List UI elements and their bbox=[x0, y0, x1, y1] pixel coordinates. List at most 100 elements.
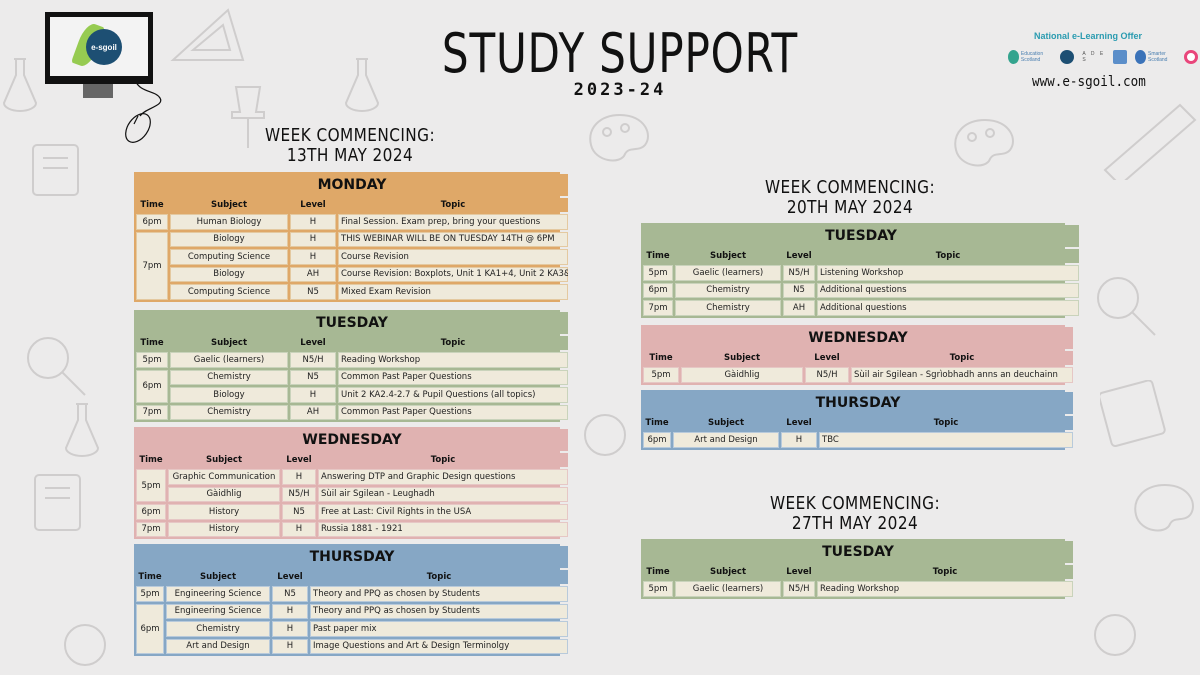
cell-subject: Chemistry bbox=[675, 300, 781, 316]
column-header-topic: Topic bbox=[338, 198, 568, 212]
cell-time: 6pm bbox=[643, 282, 673, 298]
cell-subject: Human Biology bbox=[170, 214, 288, 230]
cell-level: N5/H bbox=[783, 265, 815, 281]
cell-time: 5pm bbox=[136, 352, 168, 368]
column-header-subject: Subject bbox=[166, 570, 270, 584]
cell-level: H bbox=[272, 638, 308, 654]
week-heading-27-may: WEEK COMMENCING: 27TH MAY 2024 bbox=[762, 494, 949, 534]
cell-level: N5 bbox=[290, 284, 336, 300]
cell-level: N5/H bbox=[805, 367, 849, 383]
column-header-topic: Topic bbox=[817, 565, 1074, 579]
cell-topic: Theory and PPQ as chosen by Students bbox=[310, 586, 569, 602]
cell-topic: Past paper mix bbox=[310, 621, 569, 637]
palette-icon bbox=[589, 113, 649, 162]
cell-topic: TBC bbox=[819, 432, 1074, 448]
cell-time: 5pm bbox=[136, 586, 164, 602]
education-scotland-logo: Education Scotland bbox=[1008, 48, 1054, 66]
column-header-time: Time bbox=[643, 565, 673, 579]
cell-topic: Free at Last: Civil Rights in the USA bbox=[318, 504, 568, 520]
column-header-level: Level bbox=[805, 351, 849, 365]
scholar-logo bbox=[1184, 48, 1200, 66]
column-header-level: Level bbox=[272, 570, 308, 584]
week-heading-line2: 27TH MAY 2024 bbox=[791, 513, 919, 534]
cell-time: 6pm bbox=[136, 603, 164, 654]
cell-level: N5/H bbox=[783, 581, 815, 597]
cell-subject: History bbox=[168, 504, 280, 520]
cell-level: H bbox=[290, 249, 336, 265]
cell-topic: Image Questions and Art & Design Termino… bbox=[310, 638, 569, 654]
cell-time: 7pm bbox=[136, 521, 166, 537]
palette-icon bbox=[954, 118, 1014, 167]
week1-thursday-table: THURSDAY Time Subject Level Topic 5pm Engineer… bbox=[134, 544, 569, 656]
cell-subject: Chemistry bbox=[166, 621, 270, 637]
cell-topic: Course Revision bbox=[338, 249, 568, 265]
cell-time: 6pm bbox=[136, 214, 168, 230]
cell-subject: Biology bbox=[170, 387, 288, 403]
scottish-government-logo bbox=[1113, 48, 1129, 66]
cell-level: N5 bbox=[290, 369, 336, 385]
ades-logo: A D E S bbox=[1082, 51, 1106, 63]
column-header-level: Level bbox=[282, 453, 316, 467]
cell-subject: History bbox=[168, 521, 280, 537]
week-heading-line2: 13TH MAY 2024 bbox=[286, 145, 414, 166]
cell-topic: Russia 1881 - 1921 bbox=[318, 521, 568, 537]
cell-topic: Sùil air Sgilean - Leughadh bbox=[318, 486, 568, 502]
cell-topic: Final Session. Exam prep, bring your que… bbox=[338, 214, 568, 230]
table-row: Computing Science N5 Mixed Exam Revision bbox=[136, 284, 568, 300]
table-row: 7pm History H Russia 1881 - 1921 bbox=[136, 521, 568, 537]
day-title: TUESDAY bbox=[643, 541, 1074, 563]
page-subtitle-year: 2023-24 bbox=[573, 80, 667, 100]
cell-topic: Course Revision: Boxplots, Unit 1 KA1+4,… bbox=[338, 266, 568, 282]
book-icon bbox=[32, 144, 79, 196]
column-header-topic: Topic bbox=[310, 570, 569, 584]
cell-subject: Gaelic (learners) bbox=[675, 265, 781, 281]
day-title: THURSDAY bbox=[136, 546, 569, 568]
cell-level: H bbox=[290, 387, 336, 403]
week2-wednesday-table: WEDNESDAY Time Subject Level Topic 5pm Gàidhli… bbox=[641, 325, 1073, 385]
cell-topic: Additional questions bbox=[817, 300, 1080, 316]
website-url[interactable]: www.e-sgoil.com bbox=[1032, 74, 1146, 90]
table-row: 5pm Gaelic (learners) N5/H Reading Workshop bbox=[643, 581, 1074, 597]
cell-level: N5 bbox=[282, 504, 316, 520]
smarter-scotland-logo: Smarter Scotland bbox=[1135, 48, 1178, 66]
table-row: 6pm Chemistry N5 Common Past Paper Question… bbox=[136, 369, 569, 403]
cell-time: 7pm bbox=[136, 404, 168, 420]
cell-level: N5/H bbox=[282, 486, 316, 502]
column-header-subject: Subject bbox=[170, 336, 288, 350]
cell-time: 5pm bbox=[643, 367, 679, 383]
cell-level: H bbox=[282, 521, 316, 537]
cell-topic: Unit 2 KA2.4-2.7 & Pupil Questions (all … bbox=[338, 387, 569, 403]
column-header-topic: Topic bbox=[318, 453, 568, 467]
cell-subject: Engineering Science bbox=[166, 603, 270, 619]
cell-topic: Common Past Paper Questions bbox=[338, 404, 569, 420]
cell-subject: Gaelic (learners) bbox=[170, 352, 288, 368]
column-header-subject: Subject bbox=[681, 351, 803, 365]
table-row: 5pm Gàidhlig N5/H Sùil air Sgilean - Sgrìob… bbox=[643, 367, 1073, 383]
table-row: 5pm Engineering Science N5 Theory and PPQ a… bbox=[136, 586, 569, 602]
cell-time: 6pm bbox=[136, 504, 166, 520]
column-header-level: Level bbox=[781, 416, 817, 430]
cell-level: N5 bbox=[272, 586, 308, 602]
table-row: 7pm Chemistry AH Common Past Paper Question… bbox=[136, 404, 569, 420]
cell-subject: Engineering Science bbox=[166, 586, 270, 602]
table-row: Biology AH Course Revision: Boxplots, Unit… bbox=[136, 266, 568, 282]
cell-level: H bbox=[282, 469, 316, 485]
column-header-time: Time bbox=[136, 453, 166, 467]
column-header-subject: Subject bbox=[673, 416, 779, 430]
cell-topic: Sùil air Sgilean - Sgrìobhadh anns an de… bbox=[851, 367, 1073, 383]
cell-topic: Answering DTP and Graphic Design questio… bbox=[318, 469, 568, 485]
cell-time: 6pm bbox=[643, 432, 671, 448]
cell-time: 7pm bbox=[136, 231, 168, 300]
column-header-level: Level bbox=[783, 249, 815, 263]
magnifier-icon bbox=[27, 337, 86, 396]
week-heading-line1: WEEK COMMENCING: bbox=[769, 493, 941, 514]
cell-subject: Gaelic (learners) bbox=[675, 581, 781, 597]
ruler-icon bbox=[1103, 103, 1197, 180]
week2-thursday-table: THURSDAY Time Subject Level Topic 6pm Art and … bbox=[641, 390, 1074, 450]
week-heading-line1: WEEK COMMENCING: bbox=[764, 177, 936, 198]
table-row: 6pm Human Biology H Final Session. Exam pre… bbox=[136, 214, 568, 230]
table-row: 6pm Engineering Science H Theory and PPQ as… bbox=[136, 603, 569, 654]
cell-level: H bbox=[290, 214, 336, 230]
column-header-level: Level bbox=[290, 336, 336, 350]
column-header-topic: Topic bbox=[819, 416, 1074, 430]
